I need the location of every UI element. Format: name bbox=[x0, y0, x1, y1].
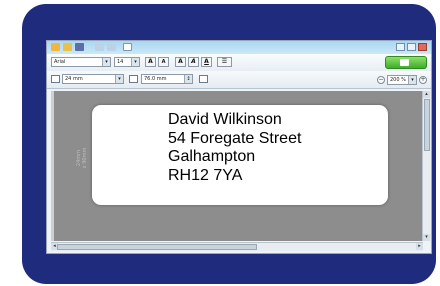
maximize-button[interactable] bbox=[407, 43, 416, 51]
chevron-down-icon: ▾ bbox=[408, 75, 416, 84]
label-length-value: 76.0 mm bbox=[144, 76, 167, 82]
chevron-down-icon: ▾ bbox=[102, 58, 110, 66]
horizontal-scroll-thumb[interactable] bbox=[57, 244, 257, 250]
zoom-controls: − 200 % ▾ + bbox=[377, 74, 427, 85]
label-dimensions: 24mm x 90mm bbox=[76, 138, 88, 178]
align-left-icon: ☰ bbox=[221, 58, 228, 65]
margin-icon[interactable] bbox=[199, 75, 208, 83]
undo-icon[interactable] bbox=[95, 43, 104, 51]
save-icon[interactable] bbox=[75, 43, 84, 51]
label-width-select[interactable]: 24 mm ▾ bbox=[62, 74, 124, 84]
underline-button[interactable]: A bbox=[201, 57, 212, 67]
align-button[interactable]: ☰ bbox=[217, 57, 232, 67]
address-text[interactable]: David Wilkinson 54 Foregate Street Galha… bbox=[168, 111, 301, 185]
close-button[interactable] bbox=[418, 43, 427, 51]
label-length-input[interactable]: 76.0 mm ↕ bbox=[141, 74, 193, 84]
bold-button[interactable]: A bbox=[175, 57, 186, 67]
address-line: Galhampton bbox=[168, 148, 256, 165]
app-logo-icon bbox=[51, 43, 60, 51]
scroll-down-icon[interactable]: ▾ bbox=[423, 234, 430, 241]
address-line: RH12 7YA bbox=[168, 166, 243, 184]
address-line: David Wilkinson bbox=[168, 111, 282, 128]
zoom-in-button[interactable]: + bbox=[419, 75, 427, 84]
font-toolbar: Arial ▾ 14 ▾ A A A A A ☰ bbox=[47, 54, 431, 72]
spinner-icon: ↕ bbox=[184, 75, 192, 83]
font-size-value: 14 bbox=[117, 59, 124, 65]
italic-button[interactable]: A bbox=[188, 57, 199, 67]
scroll-up-icon[interactable]: ▴ bbox=[423, 91, 430, 98]
app-window: Arial ▾ 14 ▾ A A A A A ☰ 24 mm ▾ 76.0 mm… bbox=[46, 40, 432, 254]
customize-icon[interactable] bbox=[123, 43, 132, 51]
layout-toolbar: 24 mm ▾ 76.0 mm ↕ − 200 % ▾ + bbox=[47, 71, 431, 89]
font-name-select[interactable]: Arial ▾ bbox=[51, 57, 111, 67]
font-shrink-button[interactable]: A bbox=[158, 57, 169, 67]
editing-canvas[interactable]: 24mm x 90mm David Wilkinson 54 Foregate … bbox=[51, 91, 423, 241]
zoom-value: 200 % bbox=[390, 76, 406, 83]
printer-icon bbox=[400, 59, 409, 66]
chevron-down-icon: ▾ bbox=[131, 58, 139, 66]
vertical-ruler bbox=[51, 91, 54, 241]
label-width-value: 24 mm bbox=[65, 76, 83, 82]
vertical-scrollbar[interactable]: ▴ ▾ bbox=[422, 91, 431, 241]
zoom-select[interactable]: 200 % ▾ bbox=[387, 74, 417, 85]
label-dimensions-length: x 90mm bbox=[82, 147, 88, 169]
scroll-right-icon[interactable]: ▸ bbox=[416, 243, 423, 250]
font-name-value: Arial bbox=[54, 59, 66, 65]
minimize-button[interactable] bbox=[396, 43, 405, 51]
redo-icon[interactable] bbox=[107, 43, 116, 51]
zoom-out-button[interactable]: − bbox=[377, 75, 385, 84]
font-size-select[interactable]: 14 ▾ bbox=[114, 57, 140, 67]
font-grow-button[interactable]: A bbox=[145, 57, 156, 67]
open-icon[interactable] bbox=[63, 43, 72, 51]
title-bar bbox=[47, 41, 431, 55]
chevron-down-icon: ▾ bbox=[115, 75, 123, 83]
horizontal-scrollbar[interactable]: ◂ ▸ bbox=[51, 242, 423, 251]
length-icon bbox=[129, 75, 138, 83]
vertical-scroll-thumb[interactable] bbox=[424, 99, 430, 151]
address-line: 54 Foregate Street bbox=[168, 129, 302, 147]
address-label[interactable]: 24mm x 90mm David Wilkinson 54 Foregate … bbox=[76, 105, 388, 205]
print-button[interactable] bbox=[385, 56, 427, 69]
tape-icon bbox=[51, 75, 60, 83]
